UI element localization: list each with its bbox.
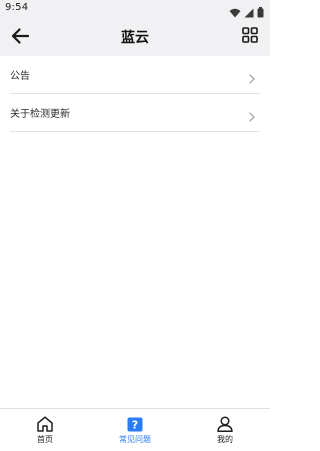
menu-list: 公告 关于检测更新: [0, 56, 270, 132]
user-icon: [216, 416, 234, 432]
nav-label: 我的: [217, 435, 233, 444]
nav-item-profile[interactable]: 我的: [180, 409, 270, 451]
app-header: 蓝云: [0, 18, 270, 56]
nav-label: 常见问题: [119, 435, 151, 444]
svg-text:?: ?: [132, 418, 138, 431]
grid-menu-button[interactable]: [240, 27, 260, 47]
chevron-right-icon: [248, 69, 256, 84]
chevron-right-icon: [248, 107, 256, 122]
bottom-nav: 首页 ? 常见问题 我的: [0, 408, 270, 451]
grid-icon: [242, 27, 258, 47]
menu-item-label: 关于检测更新: [10, 109, 70, 120]
page-title: 蓝云: [121, 30, 149, 46]
nav-label: 首页: [37, 435, 53, 444]
menu-item-announcement[interactable]: 公告: [10, 56, 260, 94]
status-bar: 9:54: [0, 0, 270, 18]
home-icon: [36, 416, 54, 432]
nav-item-faq[interactable]: ? 常见问题: [90, 409, 180, 451]
nav-item-home[interactable]: 首页: [0, 409, 90, 451]
question-icon: ?: [126, 416, 144, 432]
menu-item-label: 公告: [10, 71, 30, 82]
menu-item-check-update[interactable]: 关于检测更新: [10, 94, 260, 132]
status-time: 9:54: [5, 2, 29, 13]
